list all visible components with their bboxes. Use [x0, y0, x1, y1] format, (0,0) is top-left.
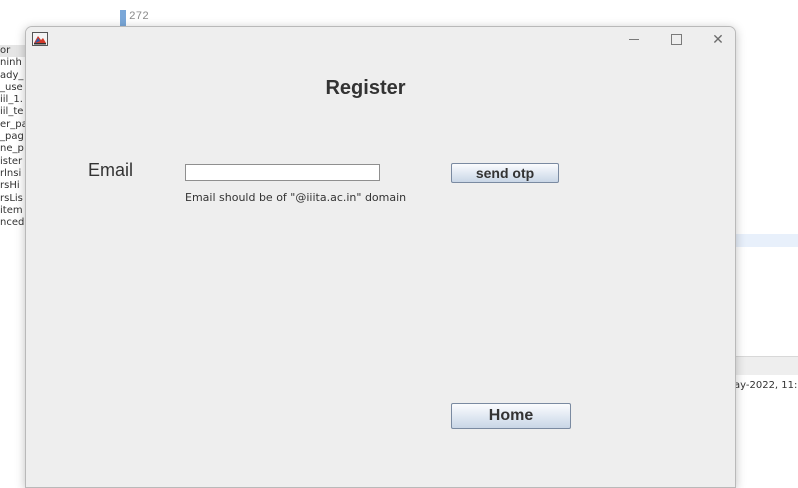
background-file-item: nced [0, 217, 25, 229]
maximize-button[interactable] [658, 28, 694, 50]
email-hint: Email should be of "@iiita.ac.in" domain [185, 191, 407, 204]
background-file-item: item [0, 204, 23, 216]
page-title-wrapper: Register [26, 77, 735, 100]
background-selected-row [734, 234, 798, 247]
maximize-icon [670, 33, 682, 45]
background-file-item: rsLis [0, 192, 23, 204]
home-button[interactable]: Home [451, 403, 571, 429]
background-file-item: ister [0, 155, 23, 167]
page-title: Register [325, 77, 406, 99]
background-date-text: ay-2022, 11:27 [734, 380, 798, 391]
close-icon: ✕ [712, 30, 724, 47]
background-file-item: _pag [0, 131, 24, 143]
line-number-marker [120, 10, 126, 26]
background-file-item: rlnsi [0, 167, 22, 179]
background-header-bar [734, 356, 798, 375]
background-file-list: or ninh ady_ _use iil_1. iil_te er_pa _pag ne_p i… [0, 45, 28, 229]
background-file-item: iil_te [0, 106, 24, 118]
background-file-item: ady_ [0, 69, 24, 81]
register-window: ✕ Register Email Email should be of "@ii… [25, 26, 736, 488]
background-file-item: or [0, 45, 28, 58]
close-button[interactable]: ✕ [700, 28, 735, 50]
background-file-item: er_pa [0, 118, 28, 130]
title-bar[interactable]: ✕ [26, 27, 735, 53]
background-file-item: ninh [0, 57, 22, 69]
email-label: Email [88, 160, 134, 180]
send-otp-button[interactable]: send otp [451, 163, 559, 183]
minimize-icon [629, 38, 639, 40]
background-file-item: iil_1. [0, 94, 23, 106]
background-file-item: ne_p [0, 143, 24, 155]
email-field[interactable] [185, 164, 380, 181]
line-number: 272 [129, 11, 149, 23]
java-app-icon [32, 32, 48, 46]
minimize-button[interactable] [616, 28, 652, 50]
background-file-item: rsHi [0, 180, 20, 192]
background-file-item: _use [0, 81, 23, 93]
